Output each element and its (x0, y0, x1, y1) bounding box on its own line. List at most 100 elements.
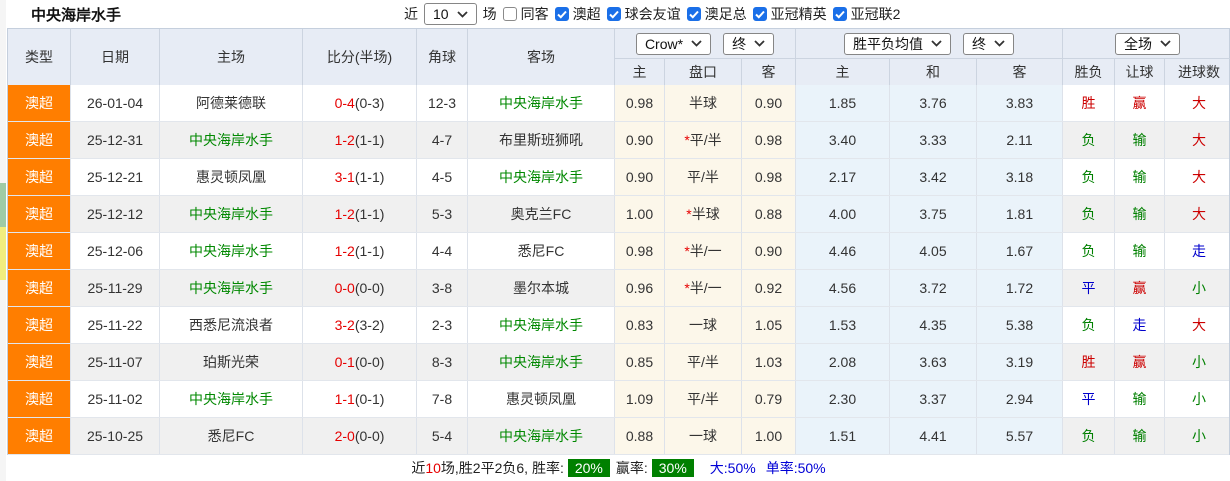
table-row: 澳超 25-12-12 中央海岸水手 1-2 (1-1) 5-3 奥克兰FC 1.… (8, 196, 1229, 233)
bookmaker-select[interactable]: Crow* (635, 32, 712, 55)
score-fulltime: 1-1 (334, 391, 355, 407)
league-badge: 澳超 (8, 159, 71, 195)
home-team: 珀斯光荣 (203, 354, 259, 370)
home-team: 中央海岸水手 (189, 280, 273, 296)
check-icon (688, 10, 699, 19)
scope-select[interactable]: 全场 (1115, 32, 1180, 55)
league-checkbox-2[interactable] (606, 7, 621, 21)
table-row: 澳超 25-12-31 中央海岸水手 1-2 (1-1) 4-7 布里斯班狮吼 0… (8, 122, 1229, 159)
score-fulltime: 0-0 (334, 280, 355, 296)
odds-home: 0.85 (615, 344, 665, 380)
score-halftime: (0-0) (354, 354, 385, 370)
match-date: 25-12-21 (71, 159, 160, 195)
strip-green-segment (0, 183, 6, 227)
subheader-handicap: 盘口 (665, 58, 742, 85)
score-fulltime: 1-2 (334, 243, 355, 259)
avg-lose-odds: 3.83 (977, 85, 1063, 121)
result-goals: 大 (1192, 317, 1206, 333)
big-rate-stat: 大:50% (709, 460, 756, 476)
avg-lose-odds: 1.67 (977, 233, 1063, 269)
home-team: 悉尼FC (207, 428, 255, 444)
odds-home: 0.98 (615, 233, 665, 269)
bookmaker-dropdown-group: Crow* 终 (615, 29, 796, 58)
handicap-line: 一球 (689, 317, 717, 333)
average-select[interactable]: 胜平负均值 (844, 32, 951, 55)
avg-draw-odds: 4.05 (890, 233, 977, 269)
chevron-down-icon (931, 40, 942, 47)
score-halftime: (0-3) (354, 95, 385, 111)
corner-score: 7-8 (417, 381, 468, 417)
home-team: 西悉尼流浪者 (189, 317, 273, 333)
match-date: 25-12-06 (71, 233, 160, 269)
league-badge: 澳超 (8, 196, 71, 232)
result-goals: 小 (1192, 428, 1206, 444)
check-icon (608, 10, 619, 19)
away-team: 中央海岸水手 (499, 317, 583, 333)
avg-draw-odds: 3.33 (890, 122, 977, 158)
table-row: 澳超 26-01-04 阿德莱德联 0-4 (0-3) 12-3 中央海岸水手 0… (8, 85, 1229, 122)
league-checkbox-3[interactable] (686, 7, 701, 21)
result-goals: 走 (1192, 243, 1206, 259)
subheader-odds-away: 客 (742, 58, 796, 85)
subheader-avg-away: 客 (977, 58, 1063, 85)
odds-home: 0.90 (615, 122, 665, 158)
handicap-rate-badge: 30% (651, 459, 694, 477)
avg-win-odds: 1.53 (796, 307, 890, 343)
result-handicap: 输 (1132, 391, 1147, 407)
match-date: 25-11-22 (71, 307, 160, 343)
avg-draw-odds: 3.63 (890, 344, 977, 380)
col-header-date: 日期 (71, 29, 160, 85)
avg-draw-odds: 3.76 (890, 85, 977, 121)
handicap-line: 半/一 (689, 280, 722, 296)
odds-home: 1.00 (615, 196, 665, 232)
home-team: 中央海岸水手 (189, 243, 273, 259)
match-table: 类型 日期 主场 比分(半场) 角球 客场 Crow* 终 胜平负均值 终 全场… (7, 28, 1230, 455)
avg-win-odds: 2.08 (796, 344, 890, 380)
result-handicap: 输 (1132, 132, 1147, 148)
result-goals: 小 (1192, 280, 1206, 296)
score-halftime: (0-0) (354, 428, 385, 444)
chevron-down-icon (994, 40, 1005, 47)
result-winloss: 负 (1081, 132, 1096, 148)
win-rate-badge: 20% (567, 459, 610, 477)
avg-draw-odds: 3.37 (890, 381, 977, 417)
bookmaker-time-select[interactable]: 终 (723, 32, 775, 55)
corner-score: 2-3 (417, 307, 468, 343)
handicap-line: 平/半 (687, 354, 719, 370)
away-team: 中央海岸水手 (499, 169, 583, 185)
average-time-select[interactable]: 终 (963, 32, 1014, 55)
away-team: 惠灵顿凤凰 (506, 391, 576, 407)
home-team: 中央海岸水手 (189, 391, 273, 407)
result-handicap: 输 (1132, 169, 1147, 185)
handicap-line: 半/一 (689, 243, 722, 259)
score-fulltime: 1-2 (334, 132, 355, 148)
score-halftime: (0-1) (354, 391, 385, 407)
avg-win-odds: 3.40 (796, 122, 890, 158)
handicap-line: 半球 (691, 206, 720, 222)
result-handicap: 赢 (1132, 354, 1147, 370)
score-halftime: (1-1) (354, 243, 385, 259)
recent-label: 近 (404, 6, 418, 22)
table-row: 澳超 25-11-02 中央海岸水手 1-1 (0-1) 7-8 惠灵顿凤凰 1.… (8, 381, 1229, 418)
odds-home: 0.90 (615, 159, 665, 195)
scope-dropdown-group: 全场 (1063, 29, 1230, 58)
match-date: 25-12-12 (71, 196, 160, 232)
corner-score: 8-3 (417, 344, 468, 380)
league-checkbox-5[interactable] (832, 7, 847, 21)
same-away-checkbox[interactable] (502, 7, 517, 21)
recent-count-select[interactable]: 10 (424, 3, 477, 25)
avg-win-odds: 1.51 (796, 418, 890, 454)
league-checkbox-4[interactable] (752, 7, 767, 21)
match-date: 25-11-02 (71, 381, 160, 417)
filter-controls: 近 10 场 同客 澳超 球会友谊 澳足总 亚冠精英 亚冠联2 (403, 0, 901, 28)
page-title: 中央海岸水手 (31, 6, 122, 24)
left-edge-strip (0, 0, 6, 481)
result-winloss: 负 (1081, 428, 1096, 444)
odds-away: 1.05 (742, 307, 796, 343)
away-team: 奥克兰FC (510, 206, 572, 222)
odds-home: 0.83 (615, 307, 665, 343)
subheader-goals: 进球数 (1165, 58, 1230, 85)
summary-footer: 近 10 场,胜2平2负6, 胜率: 20% 赢率: 30% 大:50% 单率:50… (7, 455, 1230, 481)
league-checkbox-1[interactable] (554, 7, 569, 21)
avg-lose-odds: 2.11 (977, 122, 1063, 158)
